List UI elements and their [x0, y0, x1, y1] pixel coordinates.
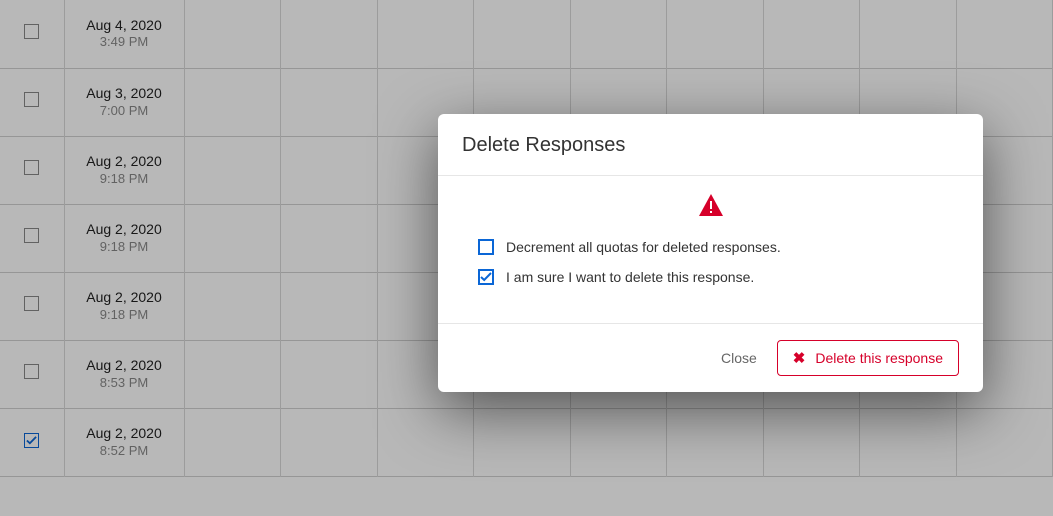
delete-button-label: Delete this response: [815, 350, 943, 366]
warning-icon: [462, 194, 959, 221]
modal-header: Delete Responses: [438, 114, 983, 176]
option-confirm-delete: I am sure I want to delete this response…: [478, 269, 959, 285]
confirm-delete-label: I am sure I want to delete this response…: [506, 269, 754, 285]
modal-footer: Close ✖ Delete this response: [438, 323, 983, 392]
decrement-quotas-label: Decrement all quotas for deleted respons…: [506, 239, 781, 255]
modal-title: Delete Responses: [462, 134, 959, 157]
confirm-delete-checkbox[interactable]: [478, 269, 494, 285]
x-icon: ✖: [793, 351, 806, 366]
modal-body: Decrement all quotas for deleted respons…: [438, 176, 983, 323]
close-button[interactable]: Close: [717, 342, 761, 374]
delete-responses-modal: Delete Responses Decrement all quotas fo…: [438, 114, 983, 392]
delete-this-response-button[interactable]: ✖ Delete this response: [777, 340, 959, 376]
decrement-quotas-checkbox[interactable]: [478, 239, 494, 255]
option-decrement-quotas: Decrement all quotas for deleted respons…: [478, 239, 959, 255]
modal-overlay: Delete Responses Decrement all quotas fo…: [0, 0, 1053, 516]
